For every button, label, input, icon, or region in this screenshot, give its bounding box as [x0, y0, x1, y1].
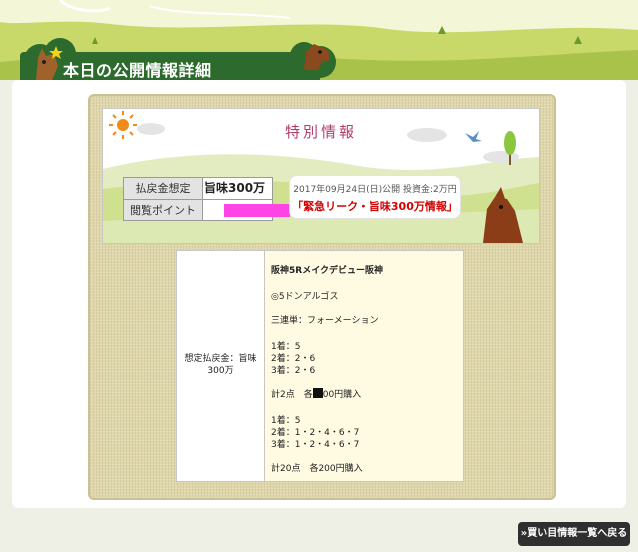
detail-content-cell: 阪神5Rメイクデビュー阪神 ◎5ドンアルゴス 三連単：フォーメーション 1着：5…	[265, 251, 463, 481]
main-pick: ◎5ドンアルゴス	[271, 292, 339, 302]
view-point-label: 閲覧ポイント	[124, 200, 203, 220]
payout-label: 払戻金想定	[124, 178, 203, 199]
total-prefix: 計2点 各	[271, 390, 313, 400]
banner-title: 特別情報	[284, 123, 357, 141]
info-table: 払戻金想定 旨味300万 閲覧ポイント	[123, 177, 290, 221]
view-point-redaction	[224, 204, 290, 217]
redaction-box	[312, 388, 323, 398]
header: 本日の公開情報詳細	[0, 0, 638, 80]
race-name: 阪神5Rメイクデビュー阪神	[271, 266, 384, 276]
detail-table: 想定払戻金：旨味300万 阪神5Rメイクデビュー阪神 ◎5ドンアルゴス 三連単：…	[176, 250, 464, 482]
bet-type: 三連単：フォーメーション	[271, 316, 379, 326]
horse-mascot-icon	[36, 46, 63, 80]
total-suffix: 00円購入	[322, 390, 362, 400]
alert-title: 「緊急リーク・旨味300万情報」	[292, 200, 458, 213]
publish-date: 2017年09月24日(日)公開 投資金:2万円	[293, 185, 457, 195]
horse-head-icon	[304, 44, 330, 70]
payout-row: 払戻金想定 旨味300万	[124, 178, 272, 199]
payout-value: 旨味300万	[204, 181, 266, 195]
formation-2-third: 3着：1・2・4・6・7	[271, 440, 360, 450]
detail-label-cell: 想定払戻金：旨味300万	[177, 251, 265, 481]
page-title: 本日の公開情報詳細	[63, 61, 212, 80]
date-bubble: 2017年09月24日(日)公開 投資金:2万円 「緊急リーク・旨味300万情報…	[289, 175, 461, 219]
expected-payout-label: 想定払戻金：旨味300万	[184, 354, 257, 376]
special-info-banner: 特別情報 払戻金想定 旨味300万 閲覧ポイント 2017年09月24日(日)公…	[102, 108, 540, 244]
formation-1-total: 計2点 各 00円購入	[271, 387, 361, 400]
formation-1-third: 3着：2・6	[271, 366, 316, 376]
back-to-list-button[interactable]: »買い目情報一覧へ戻る	[518, 522, 630, 546]
formation-2-total: 計20点 各200円購入	[271, 464, 363, 474]
